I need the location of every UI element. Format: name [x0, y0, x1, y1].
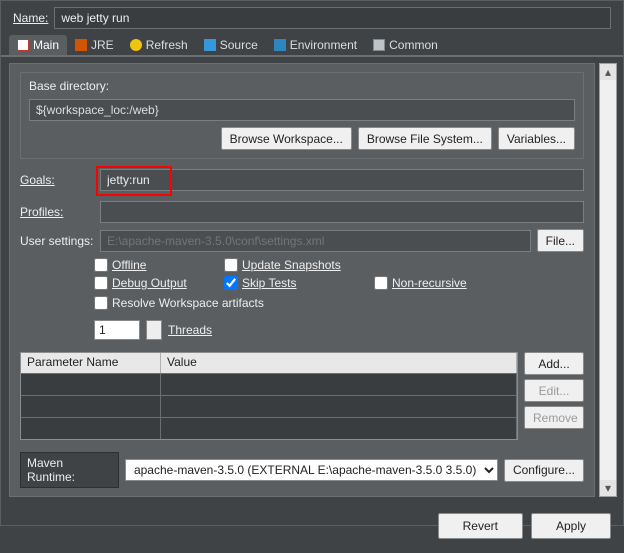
- refresh-icon: [130, 39, 142, 51]
- table-row[interactable]: [21, 395, 517, 417]
- offline-check[interactable]: Offline: [94, 258, 214, 272]
- edit-button: Edit...: [524, 379, 584, 402]
- tab-source-label: Source: [220, 38, 258, 52]
- checkbox-grid: Offline Update Snapshots Debug Output Sk…: [94, 258, 584, 290]
- non-recursive-check[interactable]: Non-recursive: [374, 276, 514, 290]
- base-directory-group: Base directory: Browse Workspace... Brow…: [20, 72, 584, 159]
- table-row[interactable]: [21, 417, 517, 439]
- threads-row: ▾ Threads: [94, 320, 584, 340]
- parameters-area: Parameter Name Value Add... Edit... Remo…: [20, 352, 584, 440]
- tab-common-label: Common: [389, 38, 438, 52]
- resolve-row: Resolve Workspace artifacts: [94, 296, 584, 310]
- name-input[interactable]: [54, 7, 611, 29]
- profiles-row: Profiles:: [20, 201, 584, 223]
- tab-refresh[interactable]: Refresh: [122, 35, 196, 55]
- tab-main[interactable]: Main: [9, 35, 67, 55]
- tab-jre-label: JRE: [91, 38, 114, 52]
- runtime-row: Maven Runtime: apache-maven-3.5.0 (EXTER…: [20, 452, 584, 488]
- table-body[interactable]: [21, 373, 517, 439]
- remove-button: Remove: [524, 406, 584, 429]
- name-row: Name:: [1, 1, 623, 35]
- skip-tests-check[interactable]: Skip Tests: [224, 276, 364, 290]
- col-value[interactable]: Value: [161, 353, 517, 373]
- source-icon: [204, 39, 216, 51]
- maven-runtime-label: Maven Runtime:: [20, 452, 119, 488]
- tab-refresh-label: Refresh: [146, 38, 188, 52]
- scroll-down-icon[interactable]: ▾: [600, 480, 616, 496]
- apply-button[interactable]: Apply: [531, 513, 611, 539]
- tab-common[interactable]: Common: [365, 35, 446, 55]
- maven-runtime-select[interactable]: apache-maven-3.5.0 (EXTERNAL E:\apache-m…: [125, 459, 498, 481]
- goals-label: Goals:: [20, 173, 55, 187]
- parameters-table: Parameter Name Value: [20, 352, 518, 440]
- profiles-label: Profiles:: [20, 205, 63, 219]
- main-area: Base directory: Browse Workspace... Brow…: [1, 57, 623, 503]
- jre-icon: [75, 39, 87, 51]
- revert-button[interactable]: Revert: [438, 513, 523, 539]
- tab-bar: Main JRE Refresh Source Environment Comm…: [1, 35, 623, 57]
- goals-highlight: [100, 169, 584, 191]
- threads-spin-down-icon[interactable]: ▾: [146, 320, 162, 340]
- table-row[interactable]: [21, 373, 517, 395]
- threads-spinner[interactable]: [94, 320, 140, 340]
- user-settings-label: User settings:: [20, 234, 94, 248]
- common-icon: [373, 39, 385, 51]
- tab-main-label: Main: [33, 38, 59, 52]
- tab-jre[interactable]: JRE: [67, 35, 122, 55]
- main-icon: [17, 39, 29, 51]
- configure-button[interactable]: Configure...: [504, 459, 584, 482]
- goals-input[interactable]: [100, 169, 584, 191]
- goals-row: Goals:: [20, 169, 584, 191]
- variables-button[interactable]: Variables...: [498, 127, 575, 150]
- tab-environment[interactable]: Environment: [266, 35, 365, 55]
- debug-output-check[interactable]: Debug Output: [94, 276, 214, 290]
- table-header: Parameter Name Value: [21, 353, 517, 373]
- base-directory-label: Base directory:: [29, 79, 575, 93]
- vertical-scrollbar[interactable]: ▴ ▾: [599, 63, 617, 497]
- main-panel: Base directory: Browse Workspace... Brow…: [9, 63, 595, 497]
- profiles-input[interactable]: [100, 201, 584, 223]
- environment-icon: [274, 39, 286, 51]
- user-settings-row: User settings: File...: [20, 229, 584, 252]
- run-config-window: Name: Main JRE Refresh Source Environmen…: [0, 0, 624, 526]
- tab-source[interactable]: Source: [196, 35, 266, 55]
- base-directory-input[interactable]: [29, 99, 575, 121]
- browse-filesystem-button[interactable]: Browse File System...: [358, 127, 492, 150]
- tab-environment-label: Environment: [290, 38, 357, 52]
- user-settings-file-button[interactable]: File...: [537, 229, 584, 252]
- scroll-up-icon[interactable]: ▴: [600, 64, 616, 80]
- name-label: Name:: [13, 11, 48, 25]
- col-parameter-name[interactable]: Parameter Name: [21, 353, 161, 373]
- resolve-workspace-check[interactable]: Resolve Workspace artifacts: [94, 296, 264, 310]
- user-settings-input[interactable]: [100, 230, 531, 252]
- update-snapshots-check[interactable]: Update Snapshots: [224, 258, 364, 272]
- table-buttons: Add... Edit... Remove: [524, 352, 584, 440]
- threads-label: Threads: [168, 323, 212, 337]
- browse-workspace-button[interactable]: Browse Workspace...: [221, 127, 352, 150]
- base-directory-buttons: Browse Workspace... Browse File System..…: [29, 127, 575, 150]
- footer-buttons: Revert Apply: [1, 503, 623, 553]
- add-button[interactable]: Add...: [524, 352, 584, 375]
